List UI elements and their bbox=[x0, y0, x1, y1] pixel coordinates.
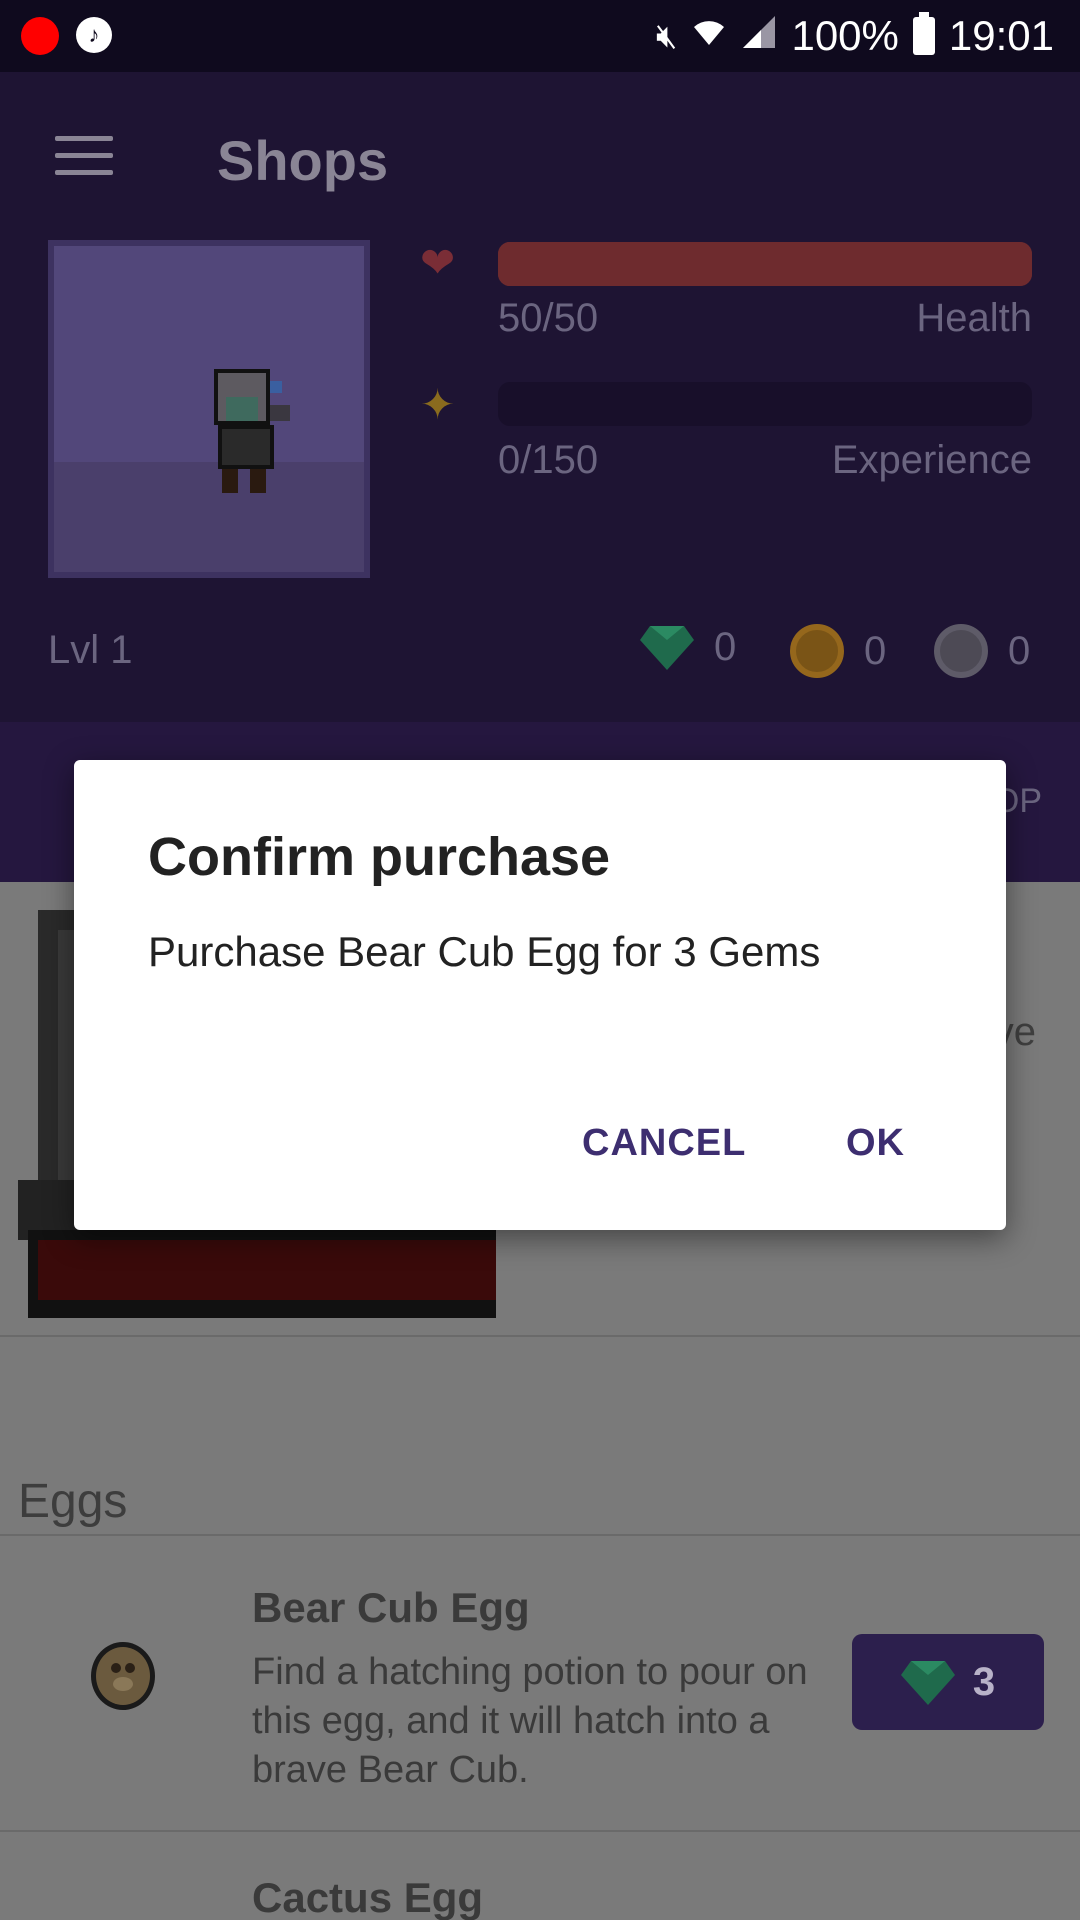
hourglass-balance: 0 bbox=[934, 624, 1030, 678]
music-icon: ♪ bbox=[76, 17, 112, 53]
silver-coin-icon bbox=[934, 624, 988, 678]
gold-coin-icon bbox=[790, 624, 844, 678]
price: 3 bbox=[972, 1659, 996, 1704]
experience-bar bbox=[498, 382, 1032, 426]
gem-amount: 0 bbox=[714, 624, 737, 669]
gem-icon bbox=[900, 1661, 955, 1705]
gem-balance: 0 bbox=[640, 624, 736, 670]
heart-icon: ❤ bbox=[420, 239, 456, 286]
confirm-purchase-dialog: Confirm purchase Purchase Bear Cub Egg f… bbox=[74, 760, 1006, 1230]
item-name: Cactus Egg bbox=[252, 1874, 484, 1920]
buy-button[interactable]: 3 bbox=[852, 1634, 1044, 1730]
list-item[interactable]: Bear Cub Egg Find a hatching potion to p… bbox=[0, 1536, 1080, 1830]
battery-icon bbox=[912, 12, 935, 55]
wifi-icon bbox=[691, 15, 727, 58]
health-bar bbox=[498, 242, 1032, 286]
avatar[interactable] bbox=[48, 240, 370, 578]
bear-cub-egg-icon bbox=[91, 1642, 155, 1710]
cancel-button[interactable]: CANCEL bbox=[582, 1122, 746, 1165]
level-label: Lvl 1 bbox=[48, 628, 133, 672]
experience-value: 0/150 bbox=[498, 438, 599, 482]
record-icon bbox=[21, 17, 59, 55]
mute-icon: 🔇︎ bbox=[656, 16, 678, 55]
clock: 19:01 bbox=[948, 12, 1054, 59]
silver-amount: 0 bbox=[1008, 628, 1031, 673]
health-label: Health bbox=[916, 296, 1032, 340]
gold-amount: 0 bbox=[864, 628, 887, 673]
battery-percent: 100% bbox=[791, 12, 899, 59]
page-title: Shops bbox=[217, 129, 389, 192]
ok-button[interactable]: OK bbox=[846, 1122, 905, 1165]
item-name: Bear Cub Egg bbox=[252, 1584, 530, 1631]
dialog-message: Purchase Bear Cub Egg for 3 Gems bbox=[148, 928, 821, 975]
gold-balance: 0 bbox=[790, 624, 886, 678]
signal-icon bbox=[741, 14, 777, 59]
menu-icon[interactable] bbox=[55, 136, 113, 176]
list-item[interactable]: Cactus Egg bbox=[0, 1832, 1080, 1920]
item-description: Find a hatching potion to pour on this e… bbox=[252, 1651, 808, 1791]
avatar-character bbox=[214, 369, 290, 493]
eggs-section-title: Eggs bbox=[18, 1475, 128, 1528]
status-bar: ♪ 🔇︎ 100% 19:01 bbox=[0, 0, 1080, 72]
divider bbox=[0, 1335, 1080, 1337]
dialog-title: Confirm purchase bbox=[148, 827, 611, 887]
status-right: 🔇︎ 100% 19:01 bbox=[656, 0, 1054, 72]
experience-label: Experience bbox=[831, 438, 1032, 482]
health-value: 50/50 bbox=[498, 296, 599, 340]
star-icon: ✦ bbox=[420, 381, 456, 428]
gem-icon bbox=[640, 626, 694, 670]
